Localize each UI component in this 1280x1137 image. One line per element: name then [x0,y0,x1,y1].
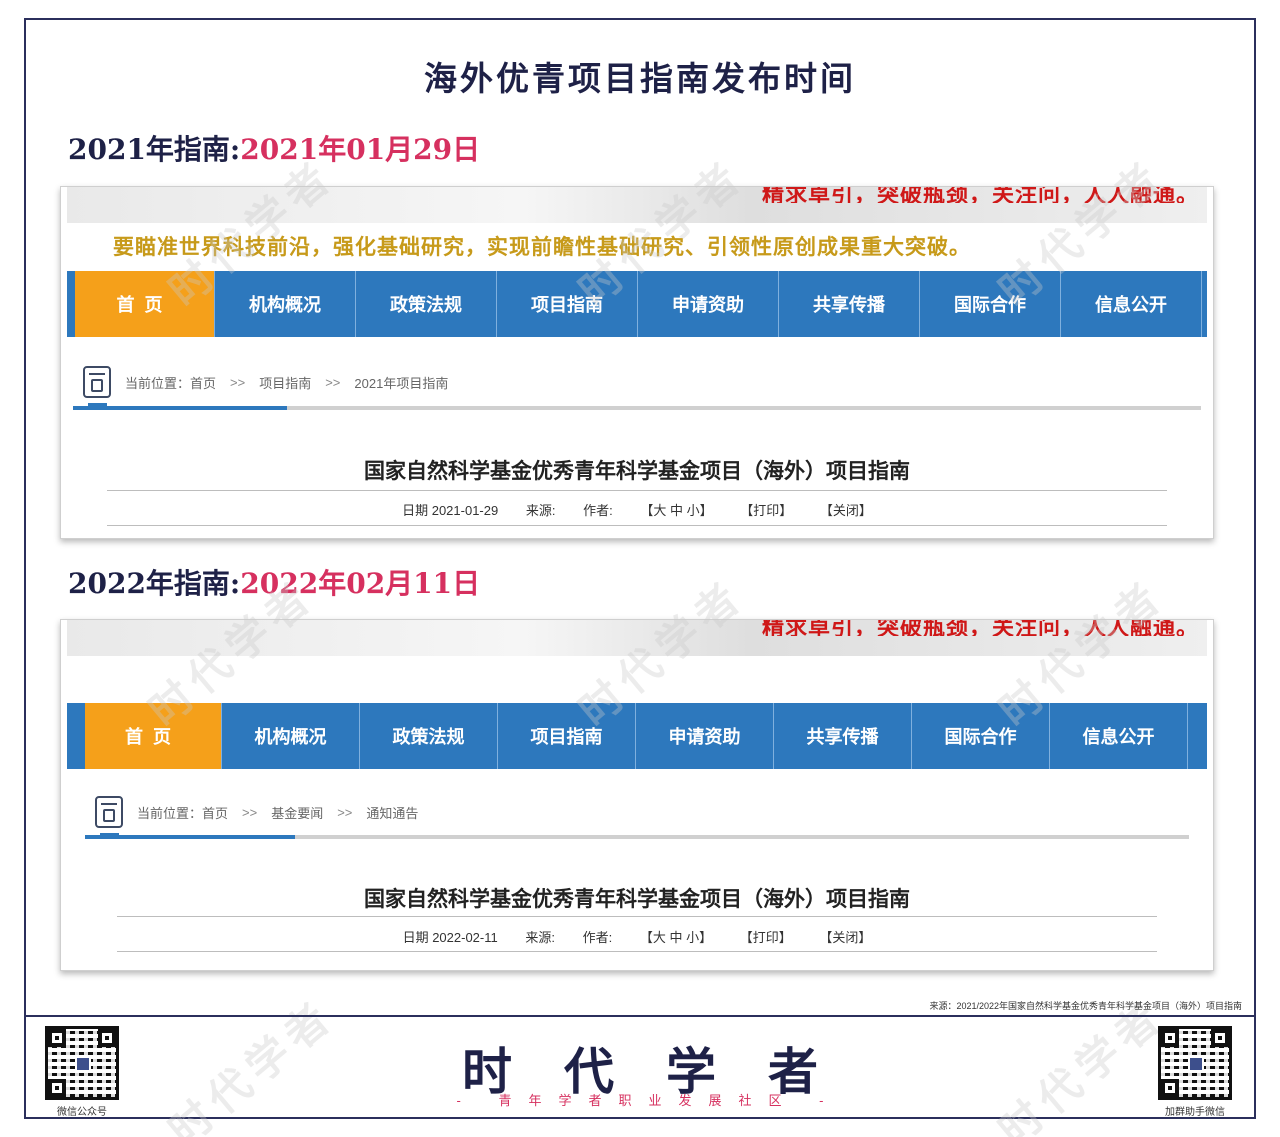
article-title: 国家自然科学基金优秀青年科学基金项目（海外）项目指南 [364,888,910,911]
progress-fill [85,835,295,839]
divider [107,525,1167,526]
heading-prefix: 2022年指南: [68,567,241,600]
nav-international[interactable]: 国际合作 [912,703,1050,769]
print-button[interactable]: 【打印】 [740,503,792,518]
nav-home[interactable]: 首页 [85,703,222,769]
banner-slogan: 精求卓引，突破瓶颈，关注问，人人融通。 [761,620,1199,636]
heading-prefix: 2021年指南: [68,133,241,166]
breadcrumb-label[interactable]: 当前位置：首页 [137,803,228,822]
breadcrumb-item[interactable]: 通知通告 [366,803,418,822]
nav-home[interactable]: 首页 [75,271,215,337]
screenshot-2022: 精求卓引，突破瓶颈，关注问，人人融通。 首页 机构概况 政策法规 项目指南 申请… [60,619,1214,971]
nav-share[interactable]: 共享传播 [774,703,912,769]
person-icon [1188,1056,1204,1072]
breadcrumb-item[interactable]: 基金要闻 [271,803,323,822]
banner-slogan: 精求卓引，突破瓶颈，关注问，人人融通。 [761,187,1199,203]
motto-text: 要瞄准世界科技前沿，强化基础研究，实现前瞻性基础研究、引领性原创成果重大突破。 [113,236,971,259]
article-meta: 日期 2022-02-11 来源: 作者: 【大 中 小】 【打印】 【关闭】 [61,927,1213,946]
font-size-control[interactable]: 【大 中 小】 [640,930,712,945]
breadcrumb-sep: >> [242,804,258,820]
nav-disclosure[interactable]: 信息公开 [1050,703,1188,769]
brand-tagline: - 青年学者职业发展社区 - [456,1093,841,1108]
close-button[interactable]: 【关闭】 [819,930,871,945]
breadcrumb-sep: >> [325,374,341,390]
footer-divider [24,1015,1256,1017]
nav-guide[interactable]: 项目指南 [498,703,636,769]
nav-international[interactable]: 国际合作 [920,271,1061,337]
meta-source: 来源: [525,503,556,518]
source-note: 来源：2021/2022年国家自然科学基金优秀青年科学基金项目（海外）项目指南 [929,1001,1242,1011]
nav-disclosure[interactable]: 信息公开 [1061,271,1202,337]
divider [117,951,1157,952]
meta-date: 日期 2022-02-11 [402,930,498,945]
meta-author: 作者: [583,503,613,518]
breadcrumb-sep: >> [230,374,246,390]
article-title: 国家自然科学基金优秀青年科学基金项目（海外）项目指南 [364,460,910,483]
heading-date: 2022年02月11日 [240,567,481,600]
meta-author: 作者: [582,930,613,945]
screenshot-2021: 精求卓引，突破瓶颈，关注问，人人融通。 要瞄准世界科技前沿，强化基础研究，实现前… [60,186,1214,539]
print-button[interactable]: 【打印】 [740,930,792,945]
nav-funding[interactable]: 申请资助 [638,271,779,337]
breadcrumb-label[interactable]: 当前位置：首页 [125,373,216,392]
breadcrumb-item[interactable]: 项目指南 [259,373,311,392]
nav-bar: 首页 机构概况 政策法规 项目指南 申请资助 共享传播 国际合作 信息公开 [67,271,1207,337]
qr-right-label: 加群助手微信 [1165,1107,1225,1118]
breadcrumb: 当前位置：首页 >> 项目指南 >> 2021年项目指南 [83,366,448,406]
progress-fill [73,406,288,410]
document-icon [83,366,111,406]
meta-source: 来源: [525,930,555,945]
nav-about[interactable]: 机构概况 [222,703,360,769]
nav-policy[interactable]: 政策法规 [356,271,497,337]
breadcrumb: 当前位置：首页 >> 基金要闻 >> 通知通告 [95,796,418,836]
breadcrumb-item[interactable]: 2021年项目指南 [354,373,448,392]
heading-date: 2021年01月29日 [240,133,481,166]
qr-code-right [1158,1026,1232,1100]
section-heading-2022: 2022年指南:2022年02月11日 [68,562,480,602]
nav-share[interactable]: 共享传播 [779,271,920,337]
section-heading-2021: 2021年指南:2021年01月29日 [68,128,480,168]
nav-funding[interactable]: 申请资助 [636,703,774,769]
close-button[interactable]: 【关闭】 [820,503,872,518]
document-icon [95,796,123,836]
nav-policy[interactable]: 政策法规 [360,703,498,769]
meta-date: 日期 2021-01-29 [402,503,499,518]
nav-guide[interactable]: 项目指南 [497,271,638,337]
progress-track [85,835,1189,839]
divider [107,490,1167,491]
divider [117,916,1157,917]
breadcrumb-sep: >> [337,804,353,820]
page-title: 海外优青项目指南发布时间 [424,59,856,98]
nav-bar: 首页 机构概况 政策法规 项目指南 申请资助 共享传播 国际合作 信息公开 [67,703,1207,769]
nav-about[interactable]: 机构概况 [215,271,356,337]
article-meta: 日期 2021-01-29 来源: 作者: 【大 中 小】 【打印】 【关闭】 [61,500,1213,519]
font-size-control[interactable]: 【大 中 小】 [640,503,712,518]
progress-track [73,406,1201,410]
